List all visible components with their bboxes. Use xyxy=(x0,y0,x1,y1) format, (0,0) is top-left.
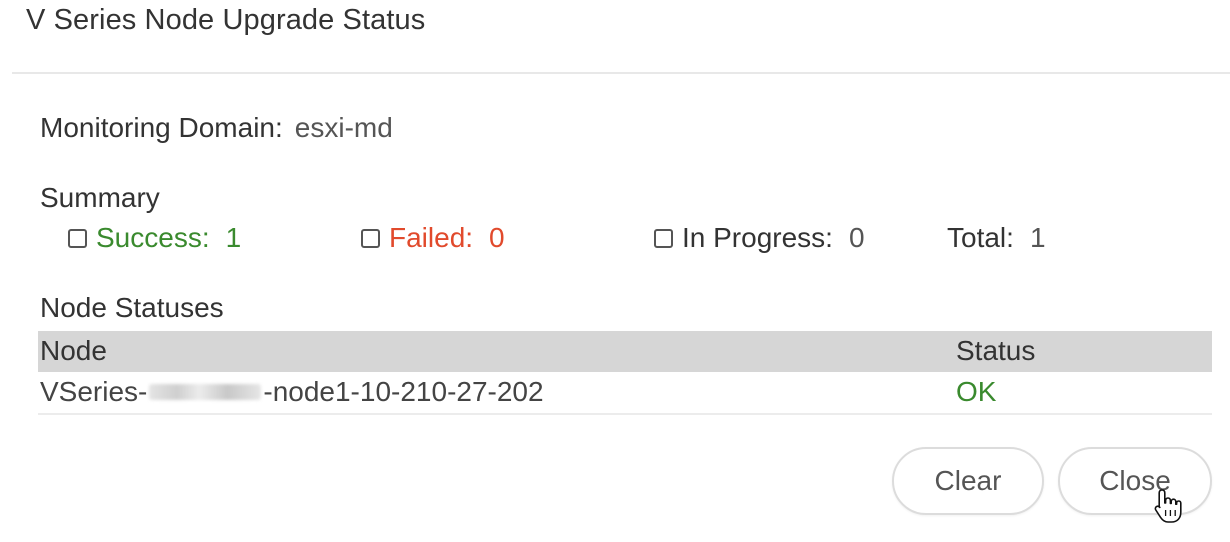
node-status-cell: OK xyxy=(956,376,997,407)
failed-checkbox[interactable] xyxy=(361,228,380,248)
summary-success: Success: 1 xyxy=(68,222,241,254)
monitoring-domain: Monitoring Domain: esxi-md xyxy=(40,112,393,144)
success-count: 1 xyxy=(225,222,242,253)
in-progress-count: 0 xyxy=(848,222,865,253)
node-name-prefix: VSeries- xyxy=(40,376,148,407)
close-button[interactable]: Close xyxy=(1058,447,1212,515)
summary-total: Total: 1 xyxy=(947,222,1046,254)
summary-failed: Failed: 0 xyxy=(361,222,505,254)
monitoring-domain-label: Monitoring Domain: xyxy=(40,112,283,143)
summary-in-progress: In Progress: 0 xyxy=(654,222,865,254)
total-label: Total: xyxy=(947,222,1014,253)
table-header: Node Status xyxy=(38,331,1212,372)
success-label: Success: xyxy=(96,222,210,253)
column-header-node: Node xyxy=(40,335,107,366)
summary-row: Success: 1 Failed: 0 In Progress: 0 Tota… xyxy=(0,222,1230,262)
node-name-cell: VSeries- -node1-10-210-27-202 xyxy=(40,376,544,408)
failed-label: Failed: xyxy=(389,222,474,253)
table-row[interactable]: VSeries- -node1-10-210-27-202 OK xyxy=(38,372,1212,415)
monitoring-domain-value: esxi-md xyxy=(294,112,393,143)
hand-pointer-icon xyxy=(1154,489,1182,523)
column-header-status: Status xyxy=(956,335,1036,366)
redacted-text xyxy=(149,384,262,400)
clear-button[interactable]: Clear xyxy=(892,447,1044,515)
success-checkbox[interactable] xyxy=(68,228,87,248)
total-count: 1 xyxy=(1029,222,1046,253)
in-progress-label: In Progress: xyxy=(682,222,833,253)
node-status-table: Node Status VSeries- -node1-10-210-27-202… xyxy=(38,331,1212,415)
summary-heading: Summary xyxy=(40,182,160,213)
dialog-title: V Series Node Upgrade Status xyxy=(26,4,426,36)
upgrade-status-dialog: V Series Node Upgrade Status Monitoring … xyxy=(0,0,1230,542)
in-progress-checkbox[interactable] xyxy=(654,228,673,248)
failed-count: 0 xyxy=(489,222,505,253)
node-name-suffix: -node1-10-210-27-202 xyxy=(263,376,544,407)
node-statuses-heading: Node Statuses xyxy=(40,292,224,323)
